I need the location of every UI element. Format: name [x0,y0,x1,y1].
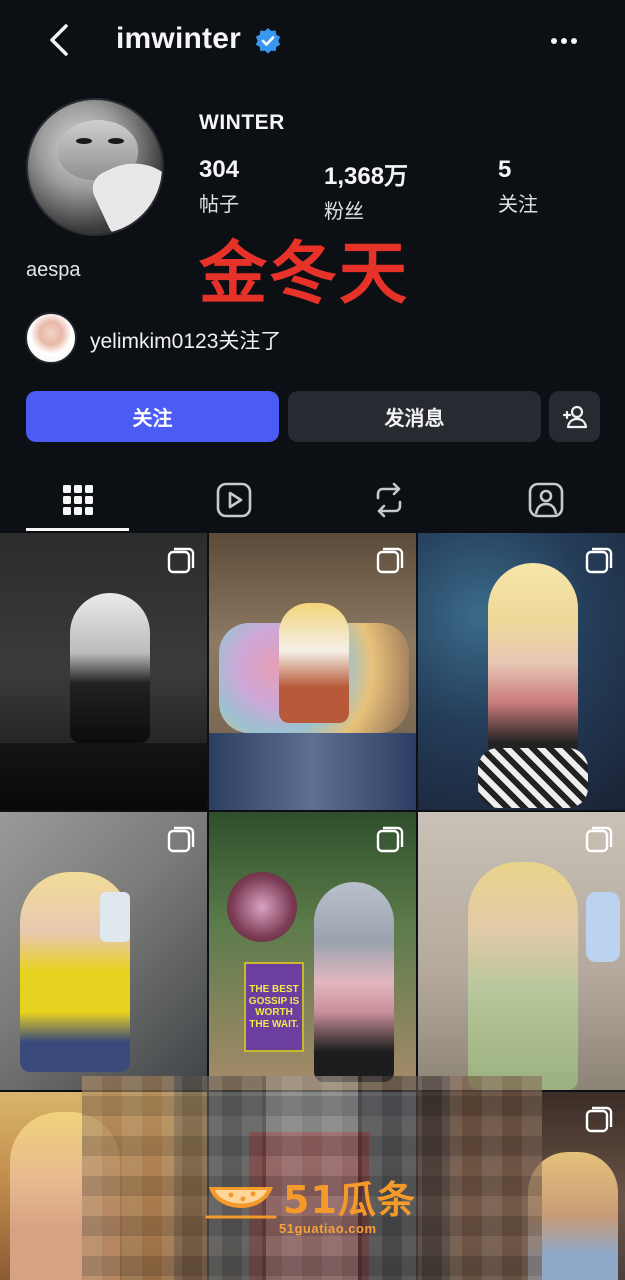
post-thumbnail[interactable] [0,533,207,810]
tab-tagged[interactable] [494,470,598,530]
watermark-url: 51guatiao.com [279,1221,377,1236]
post-thumbnail[interactable] [418,812,625,1090]
stat-posts-value: 304 [199,156,240,183]
post-photo-figure [279,603,349,723]
post-photo-figure [468,862,578,1090]
more-options-button[interactable] [544,26,584,56]
stat-following-value: 5 [498,156,512,183]
post-photo-sign: THE BEST GOSSIP IS WORTH THE WAIT. [244,962,304,1052]
post-sign-text: THE BEST GOSSIP IS WORTH THE WAIT. [248,984,300,1030]
more-dots-icon [551,38,577,44]
multi-photo-icon [167,547,195,574]
mutual-follower-suffix: 关注了 [218,330,282,353]
watermelon-logo-icon [205,1187,277,1219]
post-photo-floor [0,743,207,810]
post-photo-figure [488,563,578,763]
multi-photo-icon [585,547,613,574]
overlay-caption-text: 金冬天 [199,235,410,314]
post-thumbnail[interactable]: THE BEST GOSSIP IS WORTH THE WAIT. [209,812,416,1090]
watermark-brand: 51瓜条 [283,1178,416,1222]
multi-photo-icon [585,1106,613,1133]
multi-photo-icon [376,547,404,574]
mutual-follower-avatar[interactable] [25,312,77,364]
profile-group-label[interactable]: aespa [26,259,81,282]
reels-icon [216,482,252,518]
avatar-photo-eye [76,138,92,144]
mutual-follower-row[interactable]: yelimkim0123关注了 [25,312,585,364]
stat-followers[interactable]: 1,368万 粉丝 [324,156,408,224]
watermark: 51瓜条 51guatiao.com [205,1165,420,1245]
profile-username: imwinter [116,22,241,55]
post-photo-floor [209,733,416,810]
add-user-icon [562,405,587,428]
profile-display-name: WINTER [199,111,285,134]
add-user-button[interactable] [549,391,600,442]
repost-icon [376,482,402,518]
stat-posts-label: 帖子 [199,194,239,216]
stat-following-label: 关注 [498,194,538,216]
mutual-follower-username: yelimkim0123 [90,330,219,353]
post-photo-phone [100,892,130,942]
tab-grid[interactable] [26,470,130,530]
chevron-left-icon [50,24,68,56]
message-button[interactable]: 发消息 [288,391,541,442]
stat-following[interactable]: 5 关注 [498,156,538,217]
post-photo-phone [586,892,620,962]
post-thumbnail[interactable] [209,533,416,810]
active-tab-indicator [26,528,129,531]
back-button[interactable] [40,20,80,60]
tab-reposts[interactable] [337,470,441,530]
verified-badge-icon [255,28,281,54]
tagged-icon [528,482,564,518]
post-photo-figure [70,593,150,743]
post-thumbnail[interactable] [418,533,625,810]
post-photo-figure [314,882,394,1082]
multi-photo-icon [585,826,613,853]
multi-photo-icon [376,826,404,853]
stat-followers-value: 1,368万 [324,163,409,190]
stat-posts[interactable]: 304 帖子 [199,156,239,217]
profile-avatar[interactable] [26,98,164,236]
grid-icon [63,485,93,515]
avatar-photo-eye [108,138,124,144]
mutual-follower-text: yelimkim0123关注了 [90,325,281,355]
post-thumbnail[interactable] [0,812,207,1090]
top-bar: imwinter [0,0,625,84]
follow-button[interactable]: 关注 [26,391,279,442]
post-photo-sign-circle [227,872,297,942]
tab-reels[interactable] [182,470,286,530]
multi-photo-icon [167,826,195,853]
post-photo-skirt [478,748,588,808]
